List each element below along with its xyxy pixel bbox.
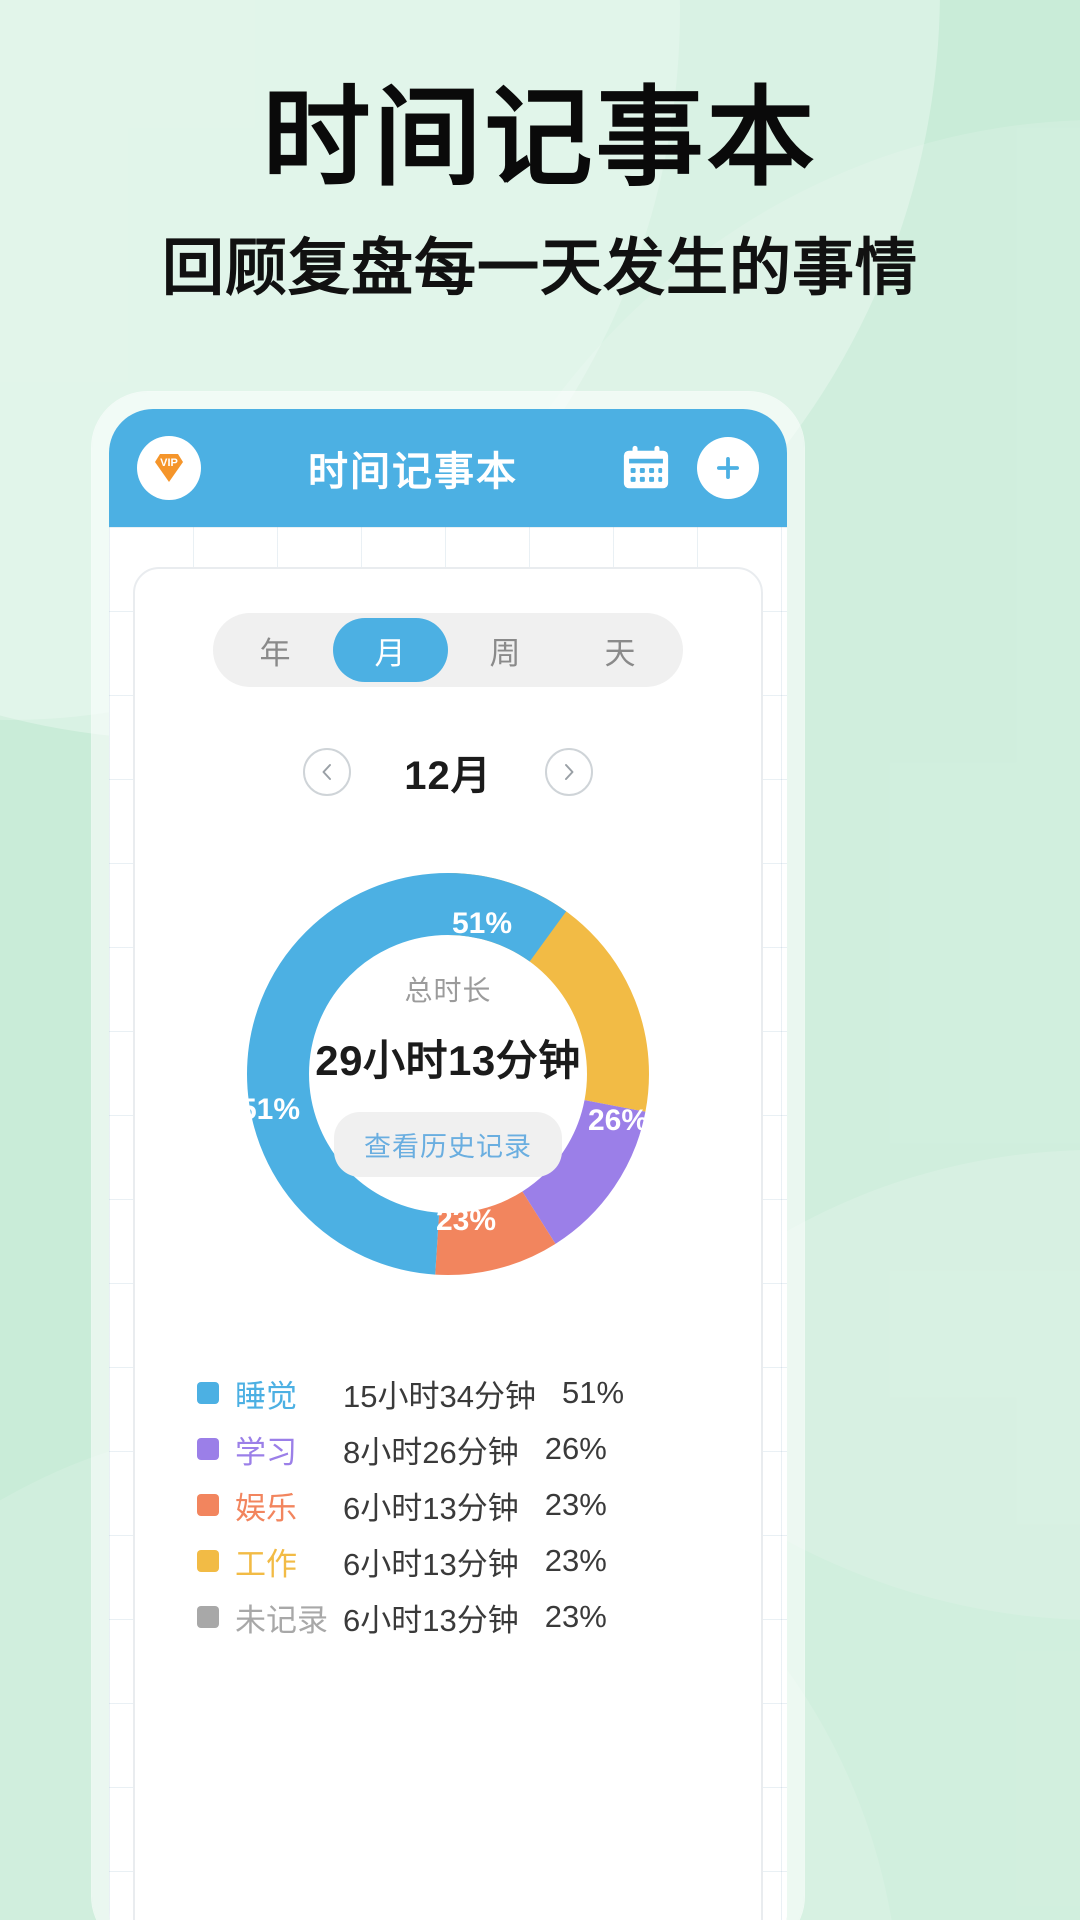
legend-category-name: 睡觉 — [235, 1378, 297, 1414]
legend-category-name: 工作 — [235, 1546, 297, 1582]
legend-duration: 6小时13分钟 — [343, 1546, 519, 1582]
phone-screen: VIP 时间记事本 年 月 周 天 12月 51% 51% 23% 26% 总时… — [109, 409, 787, 1920]
current-month-label: 12月 — [404, 754, 492, 798]
legend-color-swatch — [197, 1382, 219, 1404]
tab-year[interactable]: 年 — [218, 618, 333, 682]
donut-chart: 51% 51% 23% 26% 总时长 29小时13分钟 查看历史记录 — [135, 849, 761, 1309]
app-header: VIP 时间记事本 — [109, 409, 787, 527]
phone-mockup: VIP 时间记事本 年 月 周 天 12月 51% 51% 23% 26% 总时… — [92, 392, 804, 1920]
legend-duration: 8小时26分钟 — [343, 1434, 519, 1470]
page-title: 时间记事本 — [262, 77, 818, 198]
tab-day[interactable]: 天 — [563, 618, 678, 682]
legend-percent: 51% — [561, 1375, 625, 1410]
promo-headings: 时间记事本 回顾复盘每一天发生的事情 — [0, 0, 1080, 304]
legend-duration: 6小时13分钟 — [343, 1602, 519, 1638]
next-month-button[interactable] — [545, 748, 593, 796]
legend-percent: 26% — [544, 1431, 607, 1466]
legend-percent: 23% — [544, 1487, 607, 1522]
tab-week[interactable]: 周 — [448, 618, 563, 682]
stats-card: 年 月 周 天 12月 51% 51% 23% 26% 总时长 29小时13分钟… — [133, 567, 763, 1920]
vip-badge-button[interactable]: VIP — [137, 436, 201, 500]
legend-color-swatch — [197, 1438, 219, 1460]
page-subtitle: 回顾复盘每一天发生的事情 — [161, 233, 918, 303]
list-item[interactable]: 睡觉 15小时34分钟 51% — [135, 1365, 761, 1421]
calendar-icon[interactable] — [621, 444, 671, 492]
legend-category-name: 学习 — [235, 1434, 297, 1470]
list-item[interactable]: 未记录 6小时13分钟 23% — [135, 1589, 761, 1645]
list-item[interactable]: 娱乐 6小时13分钟 23% — [135, 1477, 761, 1533]
chevron-right-icon — [565, 764, 574, 780]
legend-category-name: 未记录 — [235, 1602, 328, 1638]
view-history-button[interactable]: 查看历史记录 — [334, 1112, 562, 1177]
slice-label-entertainment: 23% — [436, 1204, 497, 1237]
legend-percent: 23% — [544, 1543, 607, 1578]
list-item[interactable]: 学习 8小时26分钟 26% — [135, 1421, 761, 1477]
prev-month-button[interactable] — [303, 748, 351, 796]
vip-gem-icon: VIP — [155, 454, 183, 482]
month-navigator: 12月 — [135, 743, 761, 801]
app-title: 时间记事本 — [308, 450, 518, 494]
legend-percent: 23% — [544, 1599, 607, 1634]
total-duration-label: 总时长 — [404, 975, 492, 1006]
period-segmented-control[interactable]: 年 月 周 天 — [213, 613, 683, 687]
slice-label-work: 51% — [452, 907, 513, 940]
total-duration-value: 29小时13分钟 — [315, 1037, 581, 1084]
list-item[interactable]: 工作 6小时13分钟 23% — [135, 1533, 761, 1589]
app-body: 年 月 周 天 12月 51% 51% 23% 26% 总时长 29小时13分钟… — [109, 527, 787, 1920]
donut-center-info: 总时长 29小时13分钟 查看历史记录 — [283, 969, 613, 1177]
phone-frame: VIP 时间记事本 年 月 周 天 12月 51% 51% 23% 26% 总时… — [109, 409, 787, 1920]
legend-color-swatch — [197, 1550, 219, 1572]
chevron-left-icon — [322, 764, 331, 780]
legend-duration: 15小时34分钟 — [343, 1378, 536, 1414]
legend-color-swatch — [197, 1606, 219, 1628]
legend-duration: 6小时13分钟 — [343, 1490, 519, 1526]
tab-month[interactable]: 月 — [333, 618, 448, 682]
header-icon-group — [621, 437, 759, 499]
legend-color-swatch — [197, 1494, 219, 1516]
legend-category-name: 娱乐 — [235, 1490, 297, 1526]
plus-icon — [717, 457, 739, 479]
svg-text:VIP: VIP — [160, 457, 178, 469]
category-legend: 睡觉 15小时34分钟 51% 学习 8小时26分钟 26% 娱乐 6小时13分… — [135, 1365, 761, 1645]
add-record-button[interactable] — [697, 437, 759, 499]
